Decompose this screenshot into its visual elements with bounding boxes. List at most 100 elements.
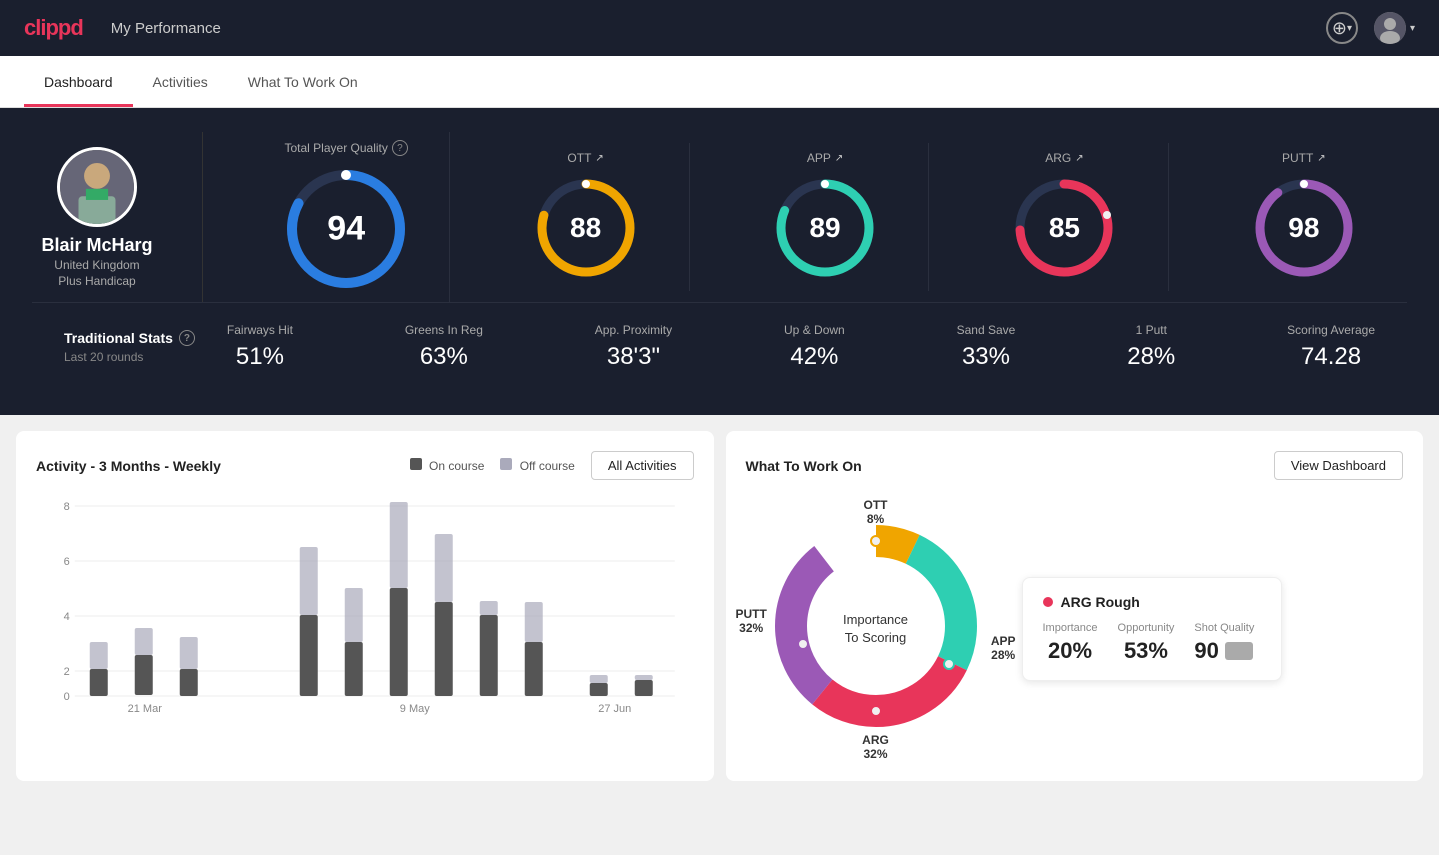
stat-scoringavg-value: 74.28 <box>1287 343 1375 371</box>
arg-value: 85 <box>1049 212 1080 244</box>
putt-block: PUTT ↗ 98 <box>1201 143 1407 291</box>
chevron-down-icon: ▾ <box>1410 23 1415 34</box>
on-course-legend: On course <box>410 458 485 473</box>
putt-value: 98 <box>1288 212 1319 244</box>
stat-sandsave-label: Sand Save <box>957 323 1016 337</box>
what-to-work-on-panel: What To Work On View Dashboard <box>726 431 1424 781</box>
hero-inner: Blair McHarg United Kingdom Plus Handica… <box>32 132 1407 302</box>
stat-fairways-hit-value: 51% <box>227 343 293 371</box>
tab-activities[interactable]: Activities <box>133 56 228 107</box>
importance-value: 20% <box>1043 638 1098 664</box>
all-activities-button[interactable]: All Activities <box>591 451 694 480</box>
arg-label: ARG ↗ <box>1045 151 1083 165</box>
on-course-legend-dot <box>410 458 422 470</box>
trad-stats-title: Traditional Stats ? <box>64 330 195 346</box>
off-course-legend-dot <box>500 458 512 470</box>
svg-text:2: 2 <box>64 666 70 678</box>
svg-text:4: 4 <box>64 611 70 623</box>
stat-greens-label: Greens In Reg <box>405 323 483 337</box>
add-button[interactable]: ⊕ ▾ <box>1326 12 1358 44</box>
app-value: 89 <box>809 212 840 244</box>
stat-oneputt-label: 1 Putt <box>1127 323 1175 337</box>
app-label: APP ↗ <box>807 151 843 165</box>
arg-title: ARG <box>1045 151 1071 165</box>
avatar-area[interactable]: ▾ <box>1374 12 1415 44</box>
nav-tabs: Dashboard Activities What To Work On <box>0 56 1439 108</box>
app-title: APP <box>807 151 831 165</box>
player-name: Blair McHarg <box>41 235 152 256</box>
tab-what-to-work-on[interactable]: What To Work On <box>228 56 378 107</box>
stat-scoring-avg: Scoring Average 74.28 <box>1287 323 1375 371</box>
chevron-down-icon: ▾ <box>1347 23 1352 34</box>
svg-text:6: 6 <box>64 556 70 568</box>
ott-donut-label: OTT 8% <box>864 498 888 526</box>
stat-one-putt: 1 Putt 28% <box>1127 323 1175 371</box>
putt-title: PUTT <box>1282 151 1313 165</box>
opportunity-value: 53% <box>1118 638 1175 664</box>
donut-wrapper: Importance To Scoring OTT 8% APP 28% ARG… <box>746 496 1006 761</box>
trad-stats-label: Traditional Stats ? Last 20 rounds <box>64 330 195 364</box>
info-icon[interactable]: ? <box>392 140 408 156</box>
off-course-legend: Off course <box>500 458 574 473</box>
traditional-stats: Traditional Stats ? Last 20 rounds Fairw… <box>32 302 1407 391</box>
player-handicap: Plus Handicap <box>58 274 135 288</box>
app-gauge: 89 <box>770 173 880 283</box>
opportunity-label: Opportunity <box>1118 622 1175 634</box>
ott-label: OTT ↗ <box>567 151 603 165</box>
shot-quality-metric: Shot Quality 90 <box>1194 622 1254 664</box>
wtwo-title: What To Work On <box>746 458 862 474</box>
activity-chart-area: 8 6 4 2 0 <box>36 496 694 716</box>
app-donut-label: APP 28% <box>991 634 1016 662</box>
stat-sand-save: Sand Save 33% <box>957 323 1016 371</box>
svg-text:9 May: 9 May <box>400 703 430 715</box>
user-avatar <box>1374 12 1406 44</box>
stat-sandsave-value: 33% <box>957 343 1016 371</box>
svg-text:8: 8 <box>64 501 70 513</box>
trad-stats-subtitle: Last 20 rounds <box>64 350 195 364</box>
ott-gauge: 88 <box>531 173 641 283</box>
trad-stats-items: Fairways Hit 51% Greens In Reg 63% App. … <box>227 323 1375 371</box>
total-quality-title: Total Player Quality <box>285 141 388 155</box>
hero-section: Blair McHarg United Kingdom Plus Handica… <box>0 108 1439 415</box>
arg-donut-label: ARG 32% <box>862 733 889 761</box>
svg-text:21 Mar: 21 Mar <box>128 703 163 715</box>
tooltip-dot <box>1043 597 1053 607</box>
stat-fairways-hit: Fairways Hit 51% <box>227 323 293 371</box>
importance-metric: Importance 20% <box>1043 622 1098 664</box>
activity-chart-svg: 8 6 4 2 0 <box>36 496 694 716</box>
importance-label: Importance <box>1043 622 1098 634</box>
wtwo-header: What To Work On View Dashboard <box>746 451 1404 480</box>
player-info: Blair McHarg United Kingdom Plus Handica… <box>32 147 162 288</box>
view-dashboard-button[interactable]: View Dashboard <box>1274 451 1403 480</box>
logo: clippd <box>24 15 83 41</box>
svg-text:0: 0 <box>64 691 70 703</box>
bottom-section: Activity - 3 Months - Weekly On course O… <box>0 415 1439 797</box>
header: clippd My Performance ⊕ ▾ ▾ <box>0 0 1439 56</box>
tab-dashboard[interactable]: Dashboard <box>24 56 133 107</box>
shot-quality-label: Shot Quality <box>1194 622 1254 634</box>
total-quality-block: Total Player Quality ? 94 <box>243 132 450 302</box>
stat-up-down: Up & Down 42% <box>784 323 845 371</box>
header-title: My Performance <box>111 20 221 37</box>
wtwo-content: Importance To Scoring OTT 8% APP 28% ARG… <box>746 496 1404 761</box>
stat-app-proximity: App. Proximity 38'3" <box>595 323 672 371</box>
total-quality-label: Total Player Quality ? <box>285 140 408 156</box>
arg-rough-tooltip: ARG Rough Importance 20% Opportunity 53%… <box>1022 577 1282 681</box>
donut-center-text: Importance To Scoring <box>843 610 908 646</box>
player-country: United Kingdom <box>54 258 139 272</box>
stat-proximity-label: App. Proximity <box>595 323 672 337</box>
arg-arrow-icon: ↗ <box>1075 153 1083 164</box>
header-left: clippd My Performance <box>24 15 221 41</box>
activity-chart-header: Activity - 3 Months - Weekly On course O… <box>36 451 694 480</box>
total-quality-gauge: 94 <box>281 164 411 294</box>
player-avatar <box>57 147 137 227</box>
ott-value: 88 <box>570 212 601 244</box>
tooltip-title: ARG Rough <box>1043 594 1261 610</box>
stat-updown-label: Up & Down <box>784 323 845 337</box>
trad-info-icon[interactable]: ? <box>179 330 195 346</box>
header-right: ⊕ ▾ ▾ <box>1326 12 1415 44</box>
putt-label: PUTT ↗ <box>1282 151 1326 165</box>
app-arrow-icon: ↗ <box>835 153 843 164</box>
stat-greens-in-reg: Greens In Reg 63% <box>405 323 483 371</box>
activity-chart-title: Activity - 3 Months - Weekly <box>36 458 221 474</box>
